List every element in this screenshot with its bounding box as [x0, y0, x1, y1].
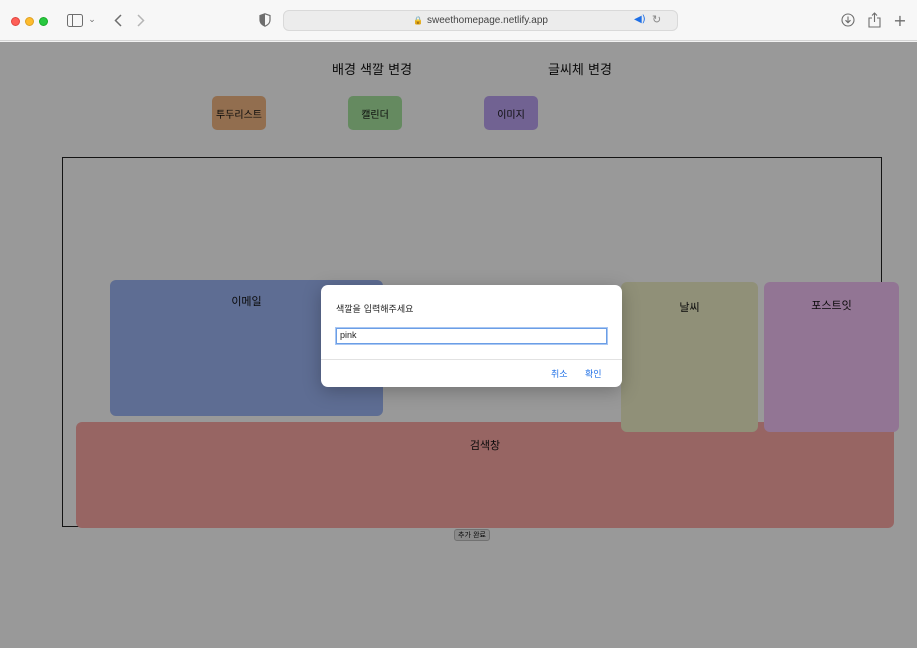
download-icon[interactable]: [840, 10, 856, 30]
dialog-divider: [321, 359, 622, 360]
calendar-button[interactable]: 캘린더: [348, 96, 402, 130]
todo-button[interactable]: 투두리스트: [212, 96, 266, 130]
chevron-down-icon[interactable]: ⌄: [87, 10, 97, 30]
ok-button[interactable]: 확인: [585, 367, 602, 380]
chevron-right-icon[interactable]: [133, 10, 149, 30]
sidebar-icon[interactable]: [66, 10, 84, 30]
search-widget-title: 검색창: [469, 439, 501, 452]
image-button[interactable]: 이미지: [484, 96, 538, 130]
url-field[interactable]: 🔒 sweethomepage.netlify.app: [284, 15, 677, 26]
speaker-icon[interactable]: ◀︎): [634, 14, 646, 25]
color-input-field[interactable]: pink: [335, 327, 608, 345]
weather-widget[interactable]: 날씨: [621, 282, 758, 432]
color-prompt-dialog: 색깔을 입력해주세요 pink 취소 확인: [321, 285, 622, 387]
close-window-button[interactable]: [11, 17, 20, 26]
font-change-link[interactable]: 글씨체 변경: [548, 59, 612, 78]
bg-color-change-link[interactable]: 배경 색깔 변경: [332, 59, 412, 78]
search-widget[interactable]: 검색창: [76, 422, 894, 528]
postit-widget-title: 포스트잇: [811, 299, 852, 312]
chevron-left-icon[interactable]: [110, 10, 126, 30]
cancel-button[interactable]: 취소: [551, 367, 568, 380]
lock-icon: 🔒: [413, 16, 423, 25]
maximize-window-button[interactable]: [39, 17, 48, 26]
minimize-window-button[interactable]: [25, 17, 34, 26]
add-done-button[interactable]: 추가 완료: [454, 529, 490, 541]
privacy-shield-icon[interactable]: [257, 10, 273, 30]
weather-widget-title: 날씨: [679, 301, 700, 314]
browser-toolbar: ⌄ 🔒 sweethomepage.netlify.app ◀︎) ↻ +: [0, 0, 917, 41]
postit-widget[interactable]: 포스트잇: [764, 282, 899, 432]
dialog-message: 색깔을 입력해주세요: [336, 305, 414, 315]
address-bar[interactable]: 🔒 sweethomepage.netlify.app ◀︎) ↻: [283, 10, 678, 31]
reload-icon[interactable]: ↻: [652, 13, 661, 26]
share-icon[interactable]: [866, 10, 882, 30]
url-text: sweethomepage.netlify.app: [426, 15, 548, 26]
plus-icon[interactable]: +: [892, 10, 908, 30]
